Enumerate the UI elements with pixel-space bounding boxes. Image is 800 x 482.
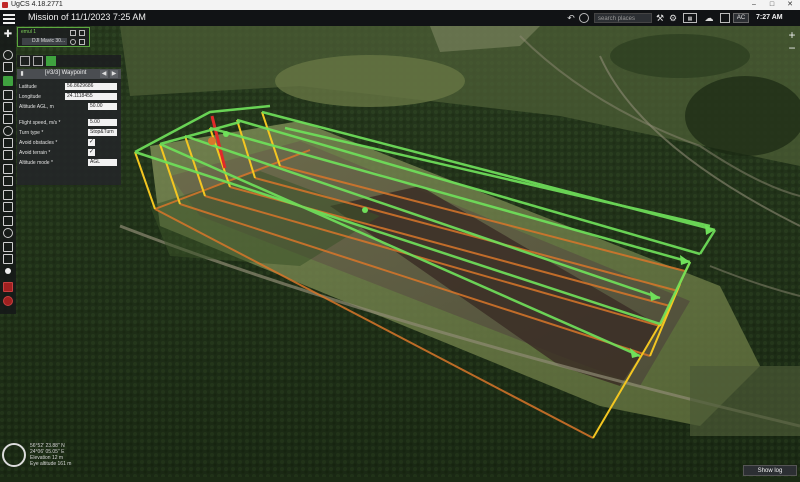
- panel-title: [#3/3] Waypoint: [45, 70, 87, 76]
- camera-small-icon[interactable]: [79, 30, 85, 36]
- window-title: UgCS 4.18.2771: [11, 1, 63, 8]
- settings-icon[interactable]: ⚙: [668, 13, 678, 23]
- clock: 7:27 AM: [756, 14, 783, 21]
- avoid-terrain-label: Avoid terrain *: [19, 150, 51, 156]
- latitude-label: Latitude: [19, 84, 37, 90]
- avoid-obstacles-checkbox[interactable]: ✓: [88, 139, 95, 146]
- menu-icon[interactable]: [3, 12, 15, 24]
- latitude-field[interactable]: 56.8629686: [65, 83, 117, 90]
- route-icon[interactable]: [3, 62, 13, 72]
- layers-icon[interactable]: [3, 216, 13, 226]
- close-button[interactable]: ✕: [781, 0, 799, 10]
- left-toolbar: ✚: [0, 26, 16, 314]
- next-waypoint-button[interactable]: ▶: [110, 70, 118, 78]
- panel-header: ▮ [#3/3] Waypoint ◀ ▶: [17, 69, 121, 79]
- image-icon[interactable]: [3, 254, 13, 264]
- eye-altitude-readout: Eye altitude 161 m: [30, 461, 72, 467]
- show-log-button[interactable]: Show log: [743, 465, 797, 476]
- route-poles: [134, 111, 691, 439]
- zoom-out-button[interactable]: −: [786, 42, 798, 54]
- minimize-button[interactable]: –: [745, 0, 763, 10]
- ruler-icon[interactable]: [3, 242, 13, 252]
- ac-button[interactable]: AC: [733, 13, 749, 23]
- mission-title[interactable]: Mission of 11/1/2023 7:25 AM: [28, 12, 146, 22]
- corridor-icon[interactable]: [3, 114, 13, 124]
- altitude-mode-select[interactable]: AGL: [88, 159, 117, 166]
- window-titlebar: UgCS 4.18.2771 – □ ✕: [0, 0, 800, 10]
- avoid-terrain-checkbox[interactable]: ✓: [88, 149, 95, 156]
- zoom-in-button[interactable]: +: [786, 29, 798, 41]
- waypoint-panel: ▮ [#3/3] Waypoint ◀ ▶ Latitude 56.862968…: [17, 69, 121, 185]
- record-icon[interactable]: [3, 296, 13, 306]
- takeoff-icon[interactable]: [3, 164, 13, 174]
- perimeter-icon[interactable]: [3, 138, 13, 148]
- altitude-field[interactable]: 50.00: [88, 103, 117, 110]
- waypoint-marker[interactable]: [223, 131, 229, 137]
- turn-type-select[interactable]: Stop&Turn: [88, 129, 117, 136]
- table-view-icon[interactable]: [33, 56, 43, 66]
- altitude-mode-label: Altitude mode *: [19, 160, 53, 166]
- photogrammetry-icon[interactable]: [3, 102, 13, 112]
- more-icon[interactable]: [79, 39, 85, 45]
- route-view-icon[interactable]: [20, 56, 30, 66]
- app-icon: [2, 2, 8, 8]
- compass-icon[interactable]: [2, 443, 26, 467]
- undo-icon[interactable]: ↶: [566, 13, 576, 23]
- trash-icon[interactable]: ▮: [18, 70, 26, 78]
- flight-speed-field[interactable]: 5.00: [88, 119, 117, 126]
- add-icon[interactable]: ✚: [3, 30, 13, 40]
- eye-icon[interactable]: [70, 39, 76, 45]
- flight-path: [134, 104, 717, 358]
- waypoint-tool-icon[interactable]: [3, 76, 13, 86]
- search-input[interactable]: search places: [594, 13, 652, 23]
- weather-icon[interactable]: ☁: [704, 13, 714, 23]
- battery-icon[interactable]: [720, 13, 730, 23]
- gear-icon[interactable]: [3, 202, 13, 212]
- vehicle-name: emul 1: [21, 29, 37, 35]
- waypoint-marker[interactable]: [208, 137, 216, 145]
- camera-icon[interactable]: [579, 13, 589, 23]
- home-marker[interactable]: [362, 207, 368, 213]
- route-tabs: [17, 55, 121, 67]
- vehicle-model[interactable]: DJI Mavic 30...: [22, 38, 67, 45]
- lock-icon[interactable]: [70, 30, 76, 36]
- vehicle-card[interactable]: emul 1 DJI Mavic 30...: [17, 27, 90, 47]
- link-icon[interactable]: [3, 228, 13, 238]
- coordinates-readout: 56°52′ 23.88″ N 24°06′ 05.05″ E Elevatio…: [30, 443, 71, 467]
- dot-icon[interactable]: [5, 268, 11, 274]
- longitude-label: Longitude: [19, 94, 41, 100]
- avoid-obstacles-label: Avoid obstacles *: [19, 140, 58, 146]
- facade-icon[interactable]: [3, 150, 13, 160]
- longitude-field[interactable]: 24.1118455: [65, 93, 117, 100]
- turn-type-label: Turn type *: [19, 130, 44, 136]
- maximize-button[interactable]: □: [763, 0, 781, 10]
- drone-icon[interactable]: [3, 190, 13, 200]
- landing-icon[interactable]: [3, 176, 13, 186]
- circle-icon[interactable]: [3, 126, 13, 136]
- tools-icon[interactable]: ⚒: [655, 13, 665, 23]
- flight-speed-label: Flight speed, m/s *: [19, 120, 61, 126]
- altitude-label: Altitude AGL, m: [19, 104, 54, 110]
- area-scan-icon[interactable]: [3, 90, 13, 100]
- stop-icon[interactable]: [3, 282, 13, 292]
- ground-projection: [154, 149, 686, 439]
- prev-waypoint-button[interactable]: ◀: [100, 70, 108, 78]
- keyboard-icon[interactable]: ▦: [683, 13, 697, 23]
- waypoint-tab-icon[interactable]: [46, 56, 56, 66]
- location-icon[interactable]: [3, 50, 13, 60]
